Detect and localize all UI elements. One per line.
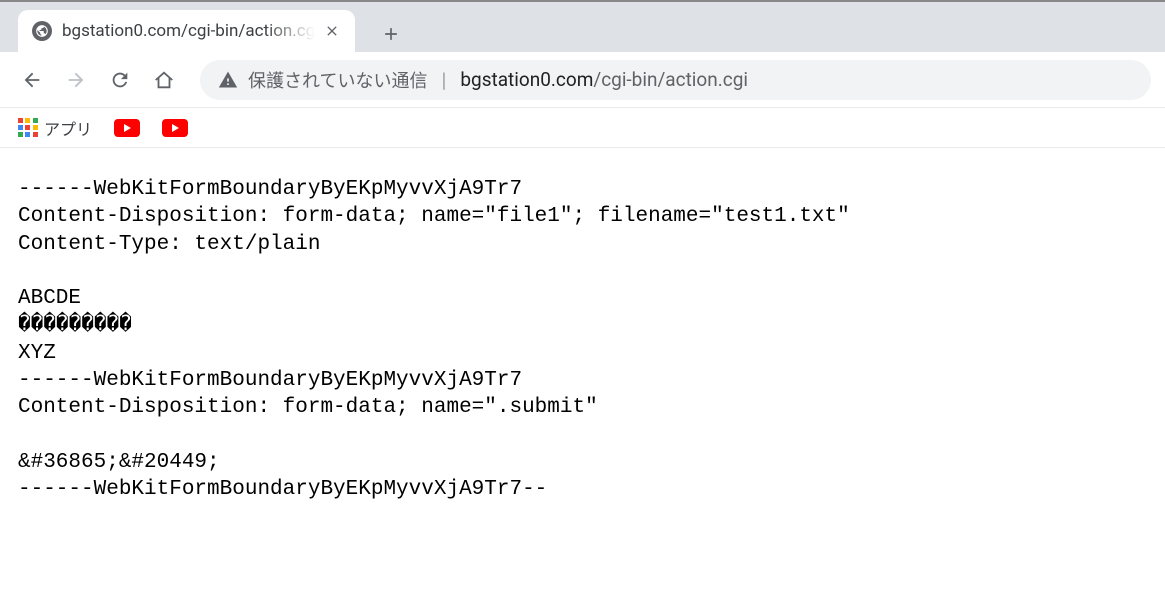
address-url: bgstation0.com/cgi-bin/action.cgi (460, 68, 748, 91)
bookmark-youtube-1[interactable] (114, 119, 140, 137)
youtube-icon (114, 119, 140, 137)
toolbar: 保護されていない通信 | bgstation0.com/cgi-bin/acti… (0, 52, 1165, 108)
not-secure-icon[interactable] (218, 70, 238, 90)
content-line: Content-Disposition: form-data; name="fi… (18, 205, 850, 228)
address-bar[interactable]: 保護されていない通信 | bgstation0.com/cgi-bin/acti… (200, 60, 1151, 100)
page-content: ------WebKitFormBoundaryByEKpMyvvXjA9Tr7… (0, 148, 1165, 532)
content-line: &#36865;&#20449; (18, 451, 220, 474)
browser-tab[interactable]: bgstation0.com/cgi-bin/action.cg (18, 10, 355, 52)
content-line: ------WebKitFormBoundaryByEKpMyvvXjA9Tr7 (18, 369, 522, 392)
security-text: 保護されていない通信 (248, 67, 427, 93)
bookmark-youtube-2[interactable] (162, 119, 188, 137)
content-line: ------WebKitFormBoundaryByEKpMyvvXjA9Tr7 (18, 178, 522, 201)
apps-label: アプリ (44, 116, 92, 140)
apps-icon (18, 118, 38, 138)
new-tab-button[interactable] (373, 16, 409, 52)
reload-button[interactable] (102, 62, 138, 98)
browser-chrome: bgstation0.com/cgi-bin/action.cg 保護されていな… (0, 0, 1165, 148)
content-line: ABCDE (18, 287, 81, 310)
bookmarks-bar: アプリ (0, 108, 1165, 148)
tab-title: bgstation0.com/cgi-bin/action.cg (62, 21, 315, 41)
youtube-icon (162, 119, 188, 137)
address-separator: | (441, 68, 446, 92)
globe-icon (32, 21, 52, 41)
apps-button[interactable]: アプリ (18, 116, 92, 140)
tab-bar: bgstation0.com/cgi-bin/action.cg (0, 2, 1165, 52)
content-line: ------WebKitFormBoundaryByEKpMyvvXjA9Tr7… (18, 478, 547, 501)
content-line: XYZ (18, 342, 56, 365)
content-line: ��������� (18, 314, 132, 337)
forward-button[interactable] (58, 62, 94, 98)
back-button[interactable] (14, 62, 50, 98)
close-icon[interactable] (323, 22, 341, 40)
home-button[interactable] (146, 62, 182, 98)
content-line: Content-Disposition: form-data; name=".s… (18, 396, 598, 419)
content-line: Content-Type: text/plain (18, 233, 320, 256)
